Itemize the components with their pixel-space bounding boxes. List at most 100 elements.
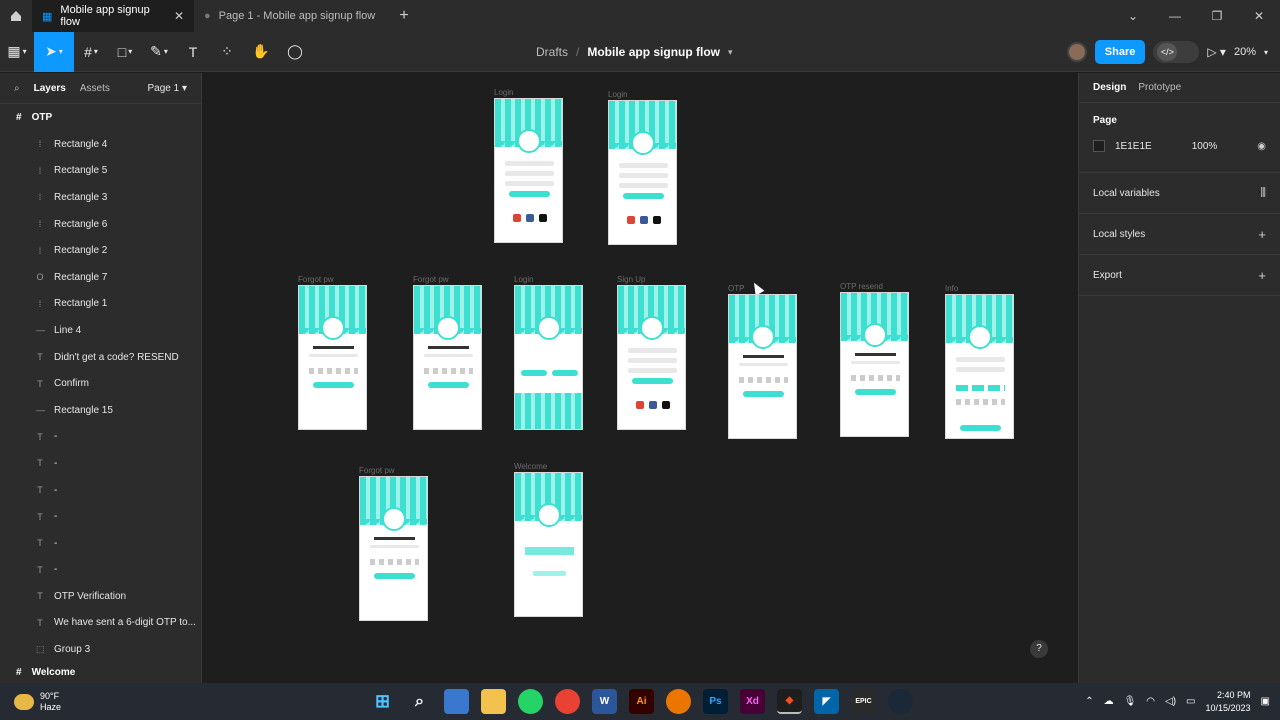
layer-item[interactable]: T-	[0, 450, 201, 477]
layer-item[interactable]: T-	[0, 530, 201, 557]
comment-tool-icon[interactable]: ◯	[278, 32, 312, 72]
frame-login-2[interactable]	[608, 100, 677, 245]
frame-forgot-2[interactable]	[413, 285, 482, 430]
frame-label[interactable]: Forgot pw	[359, 466, 395, 475]
layer-item[interactable]: T-	[0, 424, 201, 451]
illustrator-icon[interactable]: Ai	[629, 689, 654, 714]
close-icon[interactable]: ✕	[174, 9, 184, 23]
tab-layers[interactable]: Layers	[34, 83, 66, 94]
export-row[interactable]: Export +	[1079, 255, 1280, 296]
frame-label[interactable]: Forgot pw	[298, 275, 334, 284]
frame-layer-welcome[interactable]: # Welcome	[0, 660, 202, 684]
frame-label[interactable]: Login	[608, 90, 628, 99]
volume-icon[interactable]: ◁)	[1165, 696, 1176, 707]
tab-design[interactable]: Design	[1093, 82, 1126, 93]
present-icon[interactable]: ▷ ▾	[1207, 45, 1226, 59]
frame-label[interactable]: Sign Up	[617, 275, 645, 284]
frame-label[interactable]: Login	[514, 275, 534, 284]
local-variables-row[interactable]: Local variables ⫴	[1079, 173, 1280, 214]
layer-item[interactable]: ⬚ Group 3	[0, 636, 201, 663]
layer-item[interactable]: T OTP Verification	[0, 583, 201, 610]
eye-icon[interactable]: ◉	[1257, 141, 1266, 152]
resources-icon[interactable]: ⁘	[210, 32, 244, 72]
store-icon[interactable]	[444, 689, 469, 714]
frame-welcome[interactable]	[514, 472, 583, 617]
page-selector[interactable]: Page 1 ▾	[147, 83, 187, 94]
frame-label[interactable]: OTP resend	[840, 282, 883, 291]
frame-otp-resend[interactable]	[840, 292, 909, 437]
layer-item[interactable]: O Rectangle 7	[0, 264, 201, 291]
wifi-icon[interactable]: ◠	[1146, 696, 1155, 707]
help-button[interactable]: ?	[1030, 640, 1048, 658]
tab-assets[interactable]: Assets	[80, 83, 110, 94]
layer-item[interactable]: ⁞ Rectangle 5	[0, 158, 201, 185]
layer-item[interactable]: T-	[0, 477, 201, 504]
shape-tool-icon[interactable]: □ ▾	[108, 32, 142, 72]
frame-label[interactable]: Info	[945, 284, 958, 293]
weather-widget[interactable]: 90°F Haze	[0, 691, 61, 713]
battery-icon[interactable]: ▭	[1186, 696, 1195, 707]
frame-otp[interactable]	[728, 294, 797, 439]
file-name[interactable]: Mobile app signup flow	[587, 45, 720, 59]
layer-item[interactable]: ⁞ Rectangle 1	[0, 291, 201, 318]
share-button[interactable]: Share	[1094, 40, 1146, 64]
frame-label[interactable]: Forgot pw	[413, 275, 449, 284]
layer-item[interactable]: T Didn't get a code? RESEND	[0, 344, 201, 371]
dev-mode-toggle[interactable]: </>	[1153, 41, 1200, 63]
layer-item[interactable]: T Confirm	[0, 370, 201, 397]
hand-tool-icon[interactable]: ✋	[244, 32, 278, 72]
chevron-up-icon[interactable]: ⌃	[1085, 696, 1093, 707]
chevron-down-icon[interactable]: ▾	[728, 47, 733, 58]
zoom-level[interactable]: 20%	[1234, 46, 1256, 58]
vscode-icon[interactable]: ◤	[814, 689, 839, 714]
new-tab-icon[interactable]: +	[389, 7, 419, 25]
chevron-down-icon[interactable]: ⌄	[1112, 9, 1154, 23]
figma-icon[interactable]: ◆	[777, 689, 802, 714]
frame-layer-otp[interactable]: # OTP	[0, 103, 201, 131]
plus-icon[interactable]: +	[1258, 268, 1266, 283]
pen-tool-icon[interactable]: ✎ ▾	[142, 32, 176, 72]
home-icon[interactable]	[0, 0, 32, 32]
onedrive-icon[interactable]: ☁	[1104, 696, 1114, 707]
frame-forgot-3[interactable]	[359, 476, 428, 621]
layer-item[interactable]: ⁞ Rectangle 6	[0, 211, 201, 238]
blender-icon[interactable]	[666, 689, 691, 714]
frame-tool-icon[interactable]: # ▾	[74, 32, 108, 72]
text-tool-icon[interactable]: T	[176, 32, 210, 72]
frame-login-1[interactable]	[494, 98, 563, 243]
layer-item[interactable]: ⁞ Rectangle 3	[0, 184, 201, 211]
page-color-value[interactable]: 1E1E1E	[1115, 141, 1152, 152]
photoshop-icon[interactable]: Ps	[703, 689, 728, 714]
tab-mobile-app-signup-flow[interactable]: ▦ Mobile app signup flow ✕	[32, 0, 194, 32]
chrome-icon[interactable]	[555, 689, 580, 714]
layer-item[interactable]: T-	[0, 557, 201, 584]
layer-item[interactable]: — Line 4	[0, 317, 201, 344]
avatar[interactable]	[1066, 42, 1087, 62]
frame-label[interactable]: OTP	[728, 284, 744, 293]
frame-login-3[interactable]	[514, 285, 583, 430]
frame-info[interactable]	[945, 294, 1014, 439]
chevron-down-icon[interactable]: ▾	[1264, 48, 1268, 57]
search-icon[interactable]: ⌕	[407, 689, 432, 714]
breadcrumb-drafts[interactable]: Drafts	[536, 45, 568, 59]
frame-label[interactable]: Login	[494, 88, 514, 97]
epic-games-icon[interactable]: EPIC	[851, 689, 876, 714]
layer-item[interactable]: ⁞ Rectangle 4	[0, 131, 201, 158]
frame-forgot-1[interactable]	[298, 285, 367, 430]
color-swatch[interactable]	[1093, 140, 1105, 152]
tab-prototype[interactable]: Prototype	[1138, 82, 1181, 93]
layer-item[interactable]: T-	[0, 503, 201, 530]
steam-icon[interactable]	[888, 689, 913, 714]
plus-icon[interactable]: +	[1258, 227, 1266, 242]
variables-settings-icon[interactable]: ⫴	[1261, 185, 1266, 201]
maximize-icon[interactable]: ❐	[1196, 9, 1238, 23]
file-explorer-icon[interactable]	[481, 689, 506, 714]
whatsapp-icon[interactable]	[518, 689, 543, 714]
tab-page-1[interactable]: ● Page 1 - Mobile app signup flow	[194, 0, 389, 32]
close-window-icon[interactable]: ✕	[1238, 9, 1280, 23]
frame-label[interactable]: Welcome	[514, 462, 547, 471]
minimize-icon[interactable]: —	[1154, 9, 1196, 23]
search-icon[interactable]: ⌕	[14, 83, 20, 94]
layer-item[interactable]: ⁞ Rectangle 2	[0, 237, 201, 264]
canvas[interactable]: ? Login Login Forgot pw Forgot pw Login Sign …	[203, 73, 1078, 683]
